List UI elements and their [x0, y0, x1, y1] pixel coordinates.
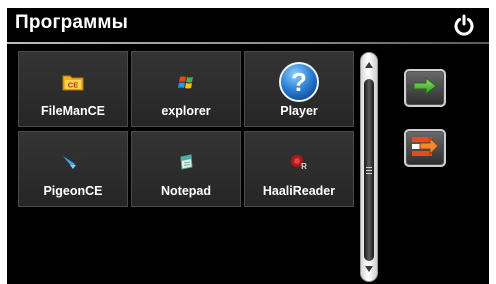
app-tile-explorer[interactable]: explorer: [131, 51, 241, 127]
svg-text:CE: CE: [68, 81, 78, 90]
title-bar: Программы: [7, 8, 489, 42]
green-arrow-right-icon: [412, 76, 438, 101]
app-label: Notepad: [161, 184, 211, 198]
vertical-scrollbar[interactable]: [360, 52, 378, 282]
help-question-icon: ?: [245, 60, 353, 104]
app-label: PigeonCE: [43, 184, 103, 198]
windows-flag-icon: [132, 60, 240, 104]
exit-button[interactable]: [404, 129, 446, 167]
title-divider: [7, 42, 489, 44]
power-icon[interactable]: [452, 13, 476, 37]
app-label: FileManCE: [41, 104, 105, 118]
pigeon-icon: [19, 140, 127, 184]
scroll-down-arrow-icon[interactable]: [365, 266, 373, 272]
app-grid: CE FileManCE explorer ? Player PigeonCE …: [18, 51, 354, 209]
app-tile-haalireader[interactable]: R HaaliReader: [244, 131, 354, 207]
thumb-grip: [366, 170, 372, 171]
scroll-thumb[interactable]: [364, 79, 374, 261]
fileman-icon: CE: [19, 60, 127, 104]
next-button[interactable]: [404, 69, 446, 107]
app-tile-notepad[interactable]: Notepad: [131, 131, 241, 207]
app-tile-filemance[interactable]: CE FileManCE: [18, 51, 128, 127]
app-label: HaaliReader: [262, 184, 336, 198]
thumb-grip: [366, 167, 372, 168]
app-label: Player: [280, 104, 318, 118]
app-label: explorer: [161, 104, 211, 118]
app-tile-pigeonce[interactable]: PigeonCE: [18, 131, 128, 207]
scroll-up-arrow-icon[interactable]: [365, 62, 373, 68]
thumb-grip: [366, 173, 372, 174]
programs-screen: Программы CE FileManCE explorer ? Player…: [7, 8, 489, 284]
exit-arrow-icon: [410, 134, 440, 163]
app-tile-player[interactable]: ? Player: [244, 51, 354, 127]
haali-reader-icon: R: [245, 140, 353, 184]
notepad-icon: [132, 140, 240, 184]
svg-text:R: R: [301, 162, 307, 171]
page-title: Программы: [15, 12, 129, 33]
svg-text:?: ?: [291, 67, 307, 97]
